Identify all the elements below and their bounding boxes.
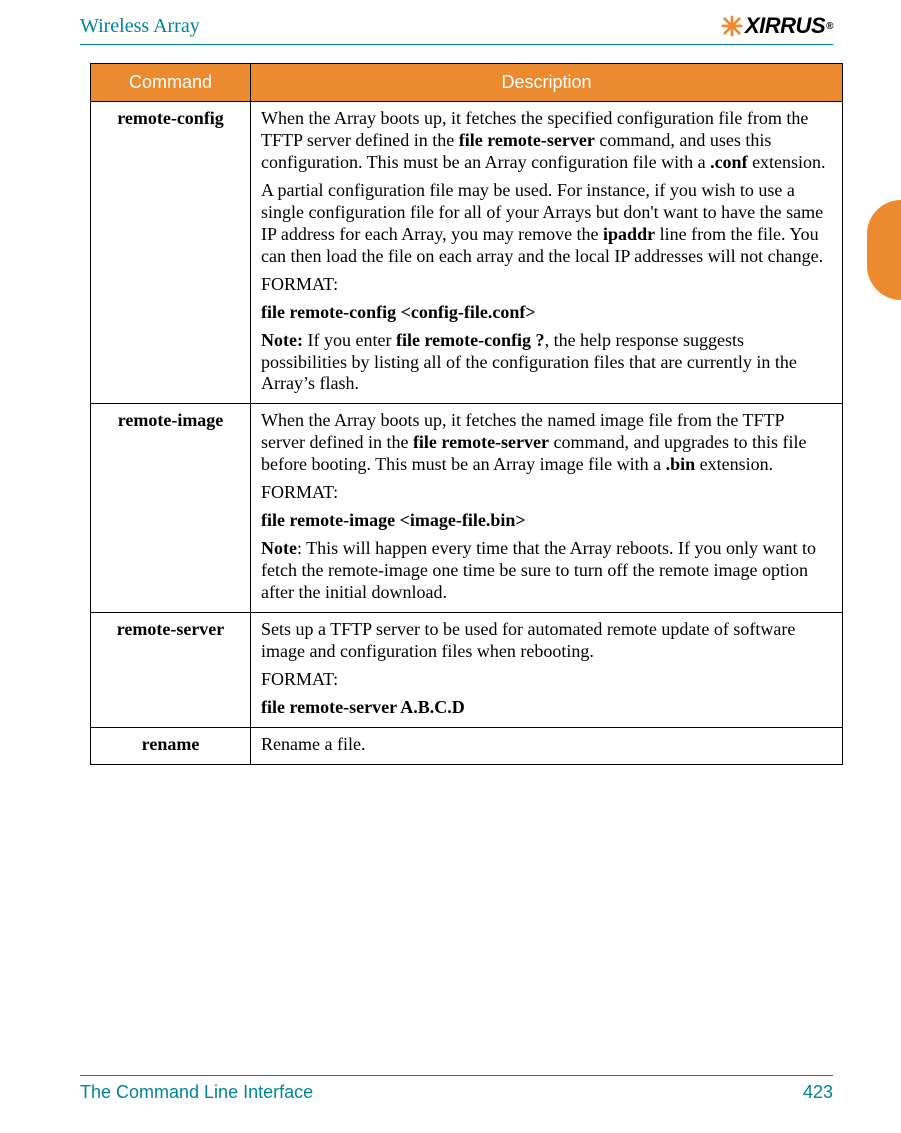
text-bold: ipaddr (603, 224, 655, 244)
text: : This will happen every time that the A… (261, 538, 816, 602)
brand-logo: XIRRUS ® (721, 13, 833, 39)
text-bold: file remote-server A.B.C.D (261, 697, 465, 717)
table-row: remote-server Sets up a TFTP server to b… (91, 613, 843, 728)
registered-mark: ® (826, 21, 833, 32)
text-bold: Note: (261, 330, 303, 350)
document-title: Wireless Array (80, 15, 200, 38)
command-name: remote-config (91, 102, 251, 404)
command-name: remote-image (91, 404, 251, 613)
side-tab (867, 200, 901, 300)
command-name: remote-server (91, 613, 251, 728)
text-bold: Note (261, 538, 297, 558)
text-bold: file remote-config <config-file.conf> (261, 302, 536, 322)
page-number: 423 (803, 1082, 833, 1103)
page: Wireless Array XIRRUS ® Command Descript… (0, 0, 901, 1133)
text: extension. (748, 152, 826, 172)
command-description: When the Array boots up, it fetches the … (251, 404, 843, 613)
text-bold: file remote-config ? (396, 330, 545, 350)
table-row: remote-image When the Array boots up, it… (91, 404, 843, 613)
command-description: Rename a file. (251, 727, 843, 764)
text-bold: file remote-image <image-file.bin> (261, 510, 526, 530)
text: FORMAT: (261, 669, 338, 689)
table-row: rename Rename a file. (91, 727, 843, 764)
text: Sets up a TFTP server to be used for aut… (261, 619, 795, 661)
footer-rule (80, 1075, 833, 1076)
table-header-row: Command Description (91, 64, 843, 102)
command-name: rename (91, 727, 251, 764)
command-description: When the Array boots up, it fetches the … (251, 102, 843, 404)
text-bold: .conf (710, 152, 748, 172)
page-footer: The Command Line Interface 423 (80, 1075, 833, 1103)
text: FORMAT: (261, 274, 338, 294)
header-rule (80, 44, 833, 45)
table-row: remote-config When the Array boots up, i… (91, 102, 843, 404)
col-header-command: Command (91, 64, 251, 102)
col-header-description: Description (251, 64, 843, 102)
text: extension. (695, 454, 773, 474)
xirrus-x-icon (721, 15, 743, 37)
footer-section: The Command Line Interface (80, 1082, 313, 1103)
text-bold: .bin (666, 454, 696, 474)
text-bold: file remote-server (459, 130, 595, 150)
page-header: Wireless Array XIRRUS ® (80, 12, 833, 40)
text: FORMAT: (261, 482, 338, 502)
text-bold: file remote-server (413, 432, 549, 452)
text: Rename a file. (261, 734, 365, 754)
brand-logo-text: XIRRUS (745, 13, 825, 39)
command-description: Sets up a TFTP server to be used for aut… (251, 613, 843, 728)
command-table: Command Description remote-config When t… (90, 63, 843, 765)
text: If you enter (303, 330, 396, 350)
